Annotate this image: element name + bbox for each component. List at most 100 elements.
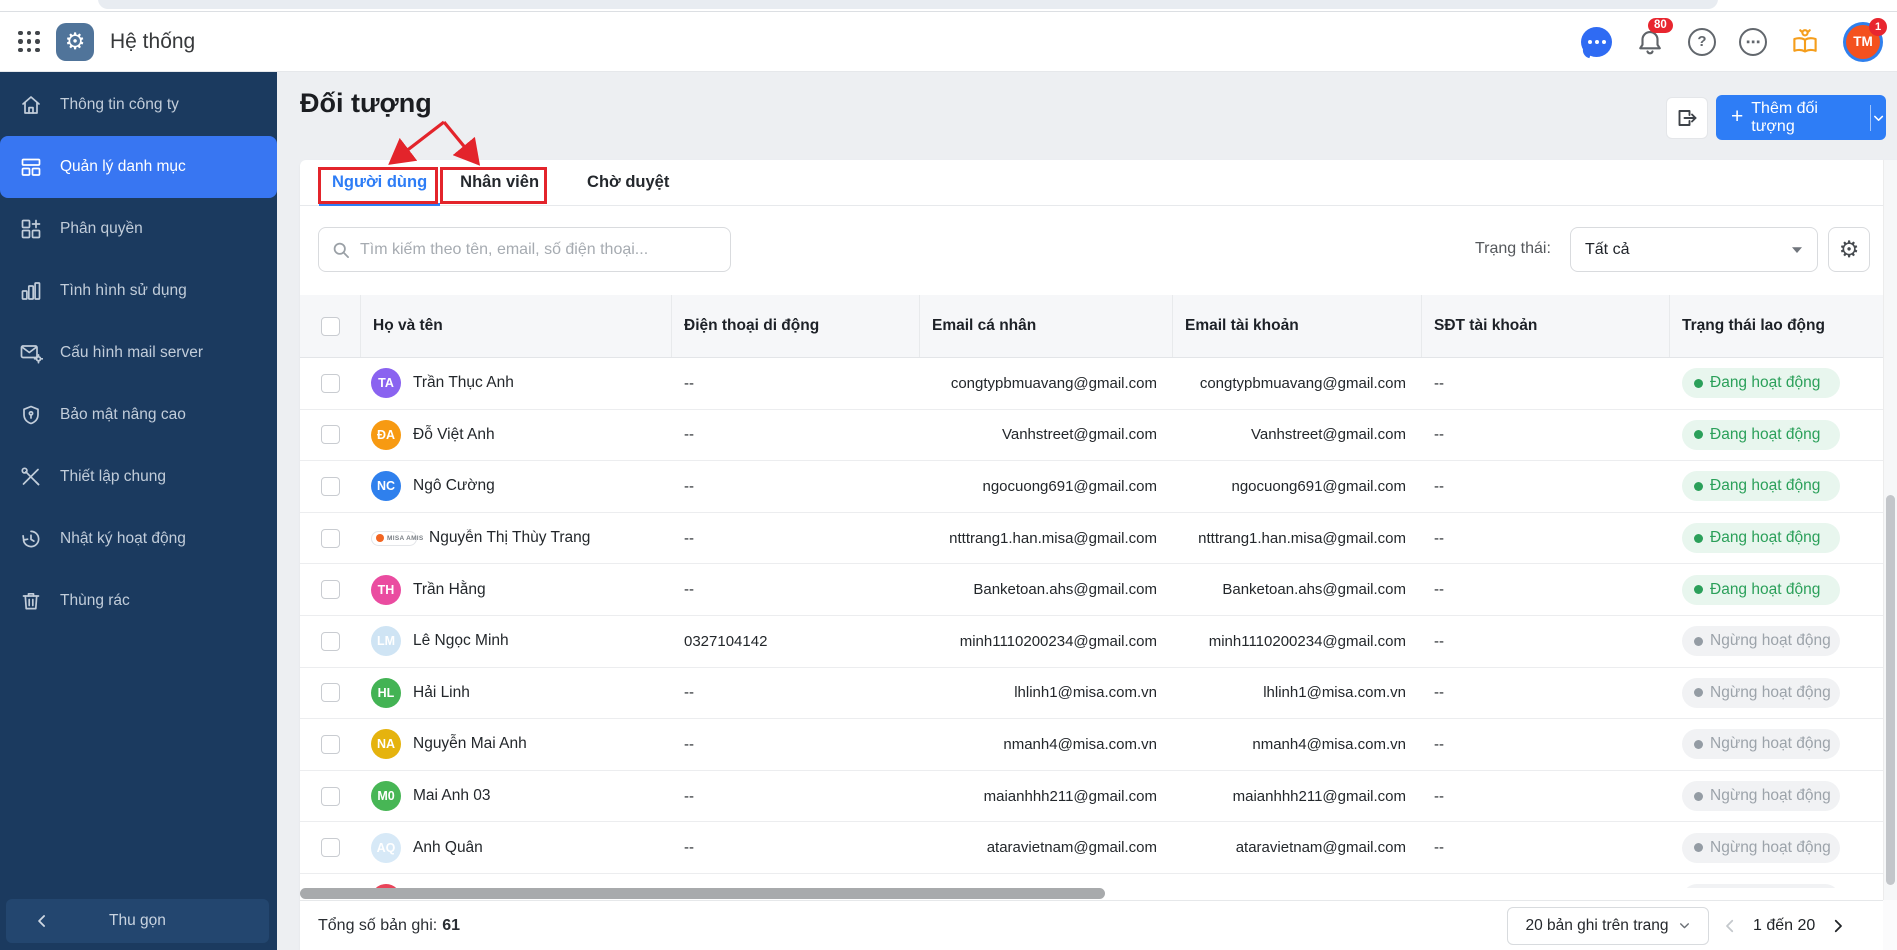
cell-email-personal: lhlinh1@misa.com.vn xyxy=(1014,684,1157,702)
chevron-down-icon[interactable] xyxy=(1871,110,1886,126)
cell-email-personal: congtypbmuavang@gmail.com xyxy=(950,374,1157,392)
tab-cho-duyet[interactable]: Chờ duyệt xyxy=(574,160,682,205)
row-checkbox[interactable] xyxy=(321,528,340,548)
table-row[interactable]: AQ Anh Quân -- ataravietnam@gmail.com ata… xyxy=(300,822,1897,874)
sidebar-item-usage[interactable]: Tình hình sử dụng xyxy=(0,260,277,322)
row-checkbox[interactable] xyxy=(321,734,340,754)
horizontal-scrollbar[interactable] xyxy=(300,888,1105,899)
cell-account-phone: -- xyxy=(1434,426,1444,444)
row-checkbox[interactable] xyxy=(321,786,340,806)
table-row[interactable]: MISA AMIS Nguyễn Thị Thùy Trang -- ntttra… xyxy=(300,513,1897,565)
status-badge: Ngừng hoạt động xyxy=(1682,677,1840,708)
trash-icon xyxy=(22,592,40,610)
chat-icon[interactable] xyxy=(1581,26,1612,57)
cell-status: Đang hoạt động xyxy=(1670,523,1897,554)
shield-icon xyxy=(23,405,39,425)
table-row[interactable]: NC Ngô Cường -- ngocuong691@gmail.com ngo… xyxy=(300,461,1897,513)
table-row[interactable]: ĐA Đỗ Việt Anh -- Vanhstreet@gmail.com Va… xyxy=(300,410,1897,462)
row-checkbox[interactable] xyxy=(321,683,340,703)
browser-chrome-sliver xyxy=(0,0,1897,12)
add-object-button[interactable]: + Thêm đối tượng xyxy=(1716,95,1886,140)
sidebar-item-tools[interactable]: Thiết lập chung xyxy=(0,446,277,508)
sidebar-item-permission[interactable]: Phân quyền xyxy=(0,198,277,260)
sidebar-item-home[interactable]: Thông tin công ty xyxy=(0,74,277,136)
cell-phone: -- xyxy=(684,839,694,857)
row-checkbox[interactable] xyxy=(321,580,340,600)
sidebar-item-history[interactable]: Nhật ký hoạt động xyxy=(0,508,277,570)
category-icon xyxy=(21,158,41,176)
user-avatar[interactable]: TM 1 xyxy=(1843,17,1887,62)
notifications-bell-icon[interactable]: 80 xyxy=(1635,17,1673,57)
mail-icon xyxy=(20,345,43,364)
status-filter-value: Tất cả xyxy=(1585,240,1630,258)
more-options-icon[interactable]: ⋯ xyxy=(1739,27,1767,56)
search-icon xyxy=(333,242,349,258)
row-checkbox[interactable] xyxy=(321,838,340,858)
table-row[interactable]: TQTạ đức Quang -- taducquang@gmail.com t… xyxy=(300,874,1897,888)
row-checkbox[interactable] xyxy=(321,631,340,651)
help-icon[interactable]: ? xyxy=(1688,27,1716,56)
sidebar-item-mail[interactable]: Cấu hình mail server xyxy=(0,322,277,384)
avatar-badge: 1 xyxy=(1869,17,1887,36)
toolbar: Trạng thái: Tất cả ⚙ xyxy=(300,206,1897,295)
row-checkbox[interactable] xyxy=(321,476,340,496)
table-row[interactable]: TA Trần Thục Anh -- congtypbmuavang@gmail… xyxy=(300,358,1897,410)
select-all-checkbox[interactable] xyxy=(320,316,340,336)
cell-name: NC Ngô Cường xyxy=(361,471,672,502)
sidebar-item-label: Tình hình sử dụng xyxy=(60,282,187,299)
cell-email-account: nmanh4@misa.com.vn xyxy=(1252,735,1406,753)
sidebar-item-label: Bảo mật nâng cao xyxy=(60,406,186,423)
column-header: SĐT tài khoản xyxy=(1422,295,1670,357)
column-header: Email tài khoản xyxy=(1173,295,1422,357)
cell-phone: -- xyxy=(684,529,694,547)
cell-email-account: lhlinh1@misa.com.vn xyxy=(1263,684,1406,702)
page-range: 1 đến 20 xyxy=(1753,916,1816,934)
cell-status: Ngừng hoạt động xyxy=(1670,677,1897,708)
user-name: Mai Anh 03 xyxy=(413,787,491,805)
table-row[interactable]: NA Nguyễn Mai Anh -- nmanh4@misa.com.vn n… xyxy=(300,719,1897,771)
sidebar-item-trash[interactable]: Thùng rác xyxy=(0,570,277,632)
tab-nhan-vien[interactable]: Nhân viên xyxy=(447,160,552,205)
sidebar-item-category[interactable]: Quản lý danh mục xyxy=(0,136,277,198)
home-icon xyxy=(22,96,40,114)
user-name: Anh Quân xyxy=(413,838,483,856)
next-page-icon[interactable] xyxy=(1829,917,1847,935)
column-header: Email cá nhân xyxy=(920,295,1173,357)
row-checkbox[interactable] xyxy=(321,373,340,393)
total-records: Tổng số bản ghi: 61 xyxy=(318,917,460,935)
sidebar-item-shield[interactable]: Bảo mật nâng cao xyxy=(0,384,277,446)
total-records-value: 61 xyxy=(442,916,460,934)
cell-account-phone: -- xyxy=(1434,839,1444,857)
cell-name: AQ Anh Quân xyxy=(361,832,672,863)
tab-nguoi-dung[interactable]: Người dùng xyxy=(319,160,441,206)
column-header: Họ và tên xyxy=(361,295,672,357)
status-badge: Đang hoạt động xyxy=(1682,368,1840,399)
table-row[interactable]: HL Hải Linh -- lhlinh1@misa.com.vn lhlinh… xyxy=(300,668,1897,720)
table-body: TA Trần Thục Anh -- congtypbmuavang@gmail… xyxy=(300,358,1897,888)
cell-email-personal: ataravietnam@gmail.com xyxy=(986,839,1157,857)
system-app-logo-icon[interactable]: ⚙ xyxy=(56,22,94,61)
sidebar-collapse-button[interactable]: Thu gọn xyxy=(6,899,269,943)
previous-page-icon[interactable] xyxy=(1721,917,1739,935)
status-filter-select[interactable]: Tất cả xyxy=(1570,227,1818,272)
whats-new-icon[interactable] xyxy=(1790,27,1820,57)
table-row[interactable]: M0 Mai Anh 03 -- maianhhh211@gmail.com ma… xyxy=(300,771,1897,823)
app-launcher-icon[interactable] xyxy=(18,30,40,53)
row-checkbox[interactable] xyxy=(321,425,340,445)
scrollbar-corner xyxy=(1883,900,1897,950)
status-badge: Ngừng hoạt động xyxy=(1682,832,1840,863)
table-row[interactable]: LM Lê Ngọc Minh 0327104142 minh1110200234… xyxy=(300,616,1897,668)
cell-email-personal: ngocuong691@gmail.com xyxy=(982,477,1158,495)
sidebar-menu: Thông tin công ty Quản lý danh mục Phân … xyxy=(0,72,277,632)
status-dot-icon xyxy=(1694,430,1703,440)
table-row[interactable]: TH Trần Hằng -- Banketoan.ahs@gmail.com B… xyxy=(300,564,1897,616)
export-button[interactable] xyxy=(1666,97,1708,139)
cell-name: LM Lê Ngọc Minh xyxy=(361,626,672,657)
column-settings-button[interactable]: ⚙ xyxy=(1828,227,1870,272)
search-input[interactable] xyxy=(360,240,718,259)
status-badge: Ngừng hoạt động xyxy=(1682,781,1840,812)
vertical-scrollbar[interactable] xyxy=(1886,495,1895,885)
sidebar-item-label: Cấu hình mail server xyxy=(60,344,204,361)
notification-count-badge: 80 xyxy=(1648,17,1673,33)
page-size-select[interactable]: 20 bản ghi trên trang xyxy=(1507,906,1709,945)
